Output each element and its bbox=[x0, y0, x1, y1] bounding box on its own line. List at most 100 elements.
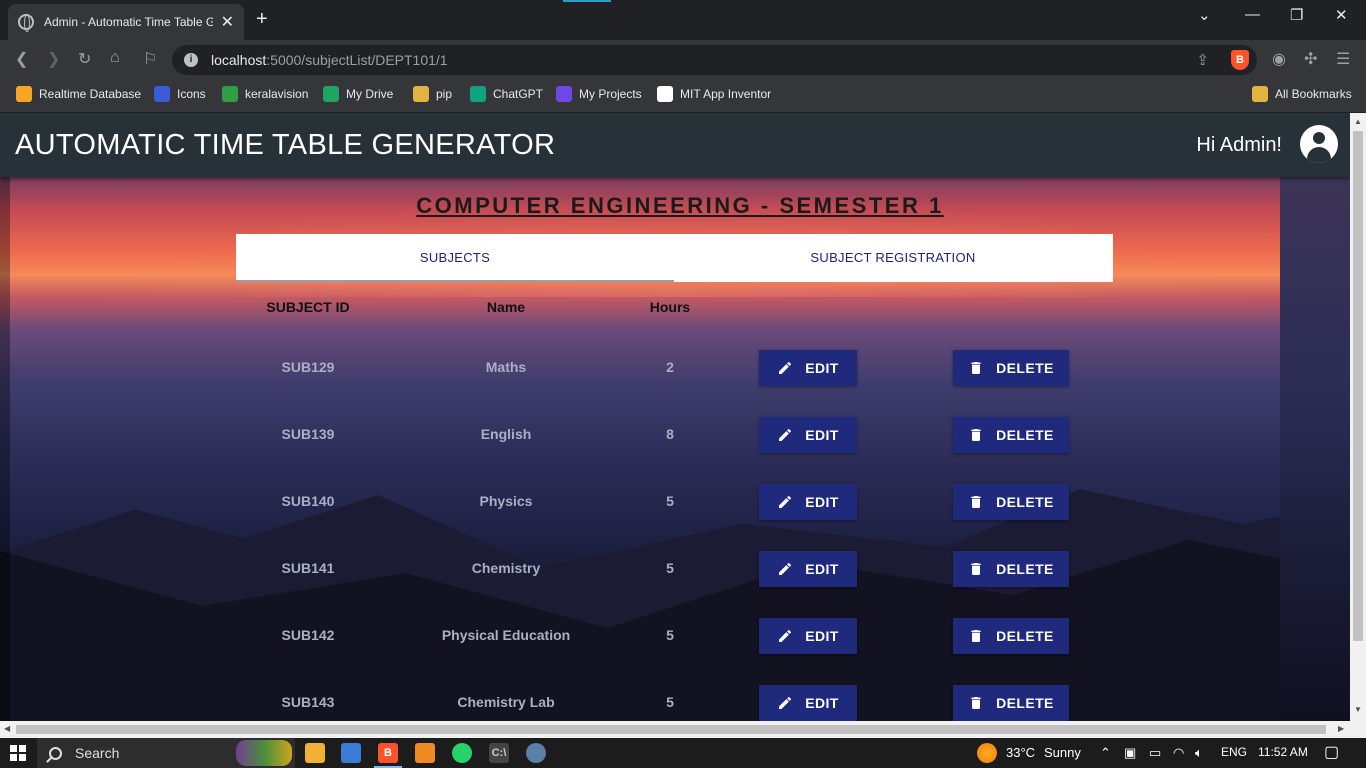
sublime-text-icon[interactable] bbox=[415, 743, 435, 763]
edit-button[interactable]: EDIT bbox=[759, 350, 857, 386]
brave-browser-icon[interactable]: B bbox=[374, 743, 402, 768]
bookmark-icon[interactable]: ⚐ bbox=[143, 49, 157, 69]
google-icon bbox=[657, 86, 673, 102]
meet-now-icon[interactable]: ▣ bbox=[1124, 745, 1136, 761]
browser-tab-active[interactable]: Admin - Automatic Time Table G ✕ bbox=[8, 4, 244, 40]
keralavision-icon bbox=[222, 86, 238, 102]
bookmark-item[interactable]: Icons bbox=[154, 86, 206, 102]
weather-sun-icon bbox=[977, 743, 997, 763]
table-row: SUB143 Chemistry Lab 5 EDIT DELETE bbox=[236, 683, 1113, 721]
scroll-down-arrow-icon[interactable]: ▼ bbox=[1354, 705, 1362, 714]
table-row: SUB140 Physics 5 EDIT DELETE bbox=[236, 482, 1113, 522]
reload-icon[interactable]: ↻ bbox=[78, 49, 91, 69]
close-tab-icon[interactable]: ✕ bbox=[221, 12, 234, 32]
edit-button[interactable]: EDIT bbox=[759, 618, 857, 654]
wifi-icon[interactable]: ◠ bbox=[1173, 745, 1184, 761]
notifications-icon[interactable]: ▢ bbox=[1324, 742, 1339, 762]
edit-button[interactable]: EDIT bbox=[759, 551, 857, 587]
forward-arrow-icon[interactable]: ❯ bbox=[47, 49, 60, 69]
home-icon[interactable]: ⌂ bbox=[110, 49, 120, 67]
extensions-puzzle-icon[interactable]: ✣ bbox=[1304, 49, 1317, 69]
taskbar-search-label: Search bbox=[75, 745, 120, 761]
input-language[interactable]: ENG bbox=[1221, 745, 1247, 759]
bookmark-item[interactable]: pip bbox=[413, 86, 452, 102]
page-title: COMPUTER ENGINEERING - SEMESTER 1 bbox=[416, 193, 944, 218]
account-avatar-icon[interactable] bbox=[1300, 125, 1338, 163]
tab-subjects[interactable]: SUBJECTS bbox=[236, 234, 674, 282]
edit-button[interactable]: EDIT bbox=[759, 484, 857, 520]
bookmark-item[interactable]: My Drive bbox=[323, 86, 393, 102]
trash-icon bbox=[968, 427, 996, 443]
file-explorer-icon[interactable] bbox=[305, 743, 325, 763]
delete-button[interactable]: DELETE bbox=[953, 551, 1069, 587]
weather-temperature[interactable]: 33°C bbox=[1006, 745, 1035, 760]
edit-button[interactable]: EDIT bbox=[759, 417, 857, 453]
horizontal-scrollbar[interactable]: ◀ ▶ bbox=[0, 721, 1366, 738]
delete-button[interactable]: DELETE bbox=[953, 685, 1069, 721]
edit-button-label: EDIT bbox=[805, 494, 839, 510]
delete-button[interactable]: DELETE bbox=[953, 417, 1069, 453]
table-row: SUB129 Maths 2 EDIT DELETE bbox=[236, 348, 1113, 388]
bookmark-item[interactable]: My Projects bbox=[556, 86, 642, 102]
volume-icon[interactable]: 🔈︎ bbox=[1195, 745, 1203, 761]
pencil-icon bbox=[777, 427, 805, 443]
delete-button[interactable]: DELETE bbox=[953, 484, 1069, 520]
close-window-button[interactable]: ✕ bbox=[1335, 6, 1348, 24]
tab-subject-registration[interactable]: SUBJECT REGISTRATION bbox=[674, 234, 1112, 282]
vertical-scrollbar[interactable]: ▲ ▼ bbox=[1350, 113, 1366, 721]
search-icon bbox=[49, 746, 62, 760]
show-hidden-icons-chevron-icon[interactable]: ⌃ bbox=[1100, 745, 1111, 761]
system-clock[interactable]: 11:52 AM bbox=[1258, 745, 1308, 759]
url-text[interactable]: localhost:5000/subjectList/DEPT101/1 bbox=[211, 52, 448, 68]
folder-icon bbox=[1252, 86, 1268, 102]
bookmark-item[interactable]: MIT App Inventor bbox=[657, 86, 771, 102]
bookmark-label: MIT App Inventor bbox=[680, 87, 772, 101]
app-brand[interactable]: AUTOMATIC TIME TABLE GENERATOR bbox=[15, 129, 555, 162]
weather-condition[interactable]: Sunny bbox=[1044, 745, 1081, 760]
bookmark-label: Icons bbox=[177, 87, 206, 101]
new-tab-button[interactable]: + bbox=[256, 8, 268, 31]
subject-id-cell: SUB139 bbox=[281, 426, 335, 442]
horizontal-scroll-thumb[interactable] bbox=[16, 725, 1326, 734]
scroll-up-arrow-icon[interactable]: ▲ bbox=[1354, 117, 1362, 126]
scroll-right-arrow-icon[interactable]: ▶ bbox=[1338, 724, 1344, 733]
minimize-button[interactable]: — bbox=[1245, 6, 1260, 23]
subject-hours-cell: 5 bbox=[666, 694, 674, 710]
delete-button[interactable]: DELETE bbox=[953, 350, 1069, 386]
bookmark-label: My Drive bbox=[346, 87, 394, 101]
share-icon[interactable]: ⇪ bbox=[1196, 51, 1209, 69]
app-robot-icon[interactable] bbox=[526, 743, 546, 763]
subject-id-cell: SUB129 bbox=[281, 359, 335, 375]
app-navbar: AUTOMATIC TIME TABLE GENERATOR Hi Admin! bbox=[0, 113, 1350, 177]
scroll-left-arrow-icon[interactable]: ◀ bbox=[4, 724, 10, 733]
trash-icon bbox=[968, 561, 996, 577]
subject-id-cell: SUB142 bbox=[281, 627, 335, 643]
restore-button[interactable]: ❐ bbox=[1290, 6, 1303, 24]
extension-drop-icon[interactable]: ◉ bbox=[1272, 49, 1286, 69]
address-bar[interactable]: i localhost:5000/subjectList/DEPT101/1 ⇪… bbox=[172, 45, 1257, 75]
vertical-scroll-thumb[interactable] bbox=[1353, 131, 1363, 641]
battery-icon[interactable]: ▭ bbox=[1149, 745, 1161, 761]
subject-hours-cell: 5 bbox=[666, 560, 674, 576]
keyboard-app-icon[interactable] bbox=[341, 743, 361, 763]
bookmark-label: My Projects bbox=[579, 87, 642, 101]
bookmark-item[interactable]: keralavision bbox=[222, 86, 308, 102]
bookmark-item[interactable]: Realtime Database bbox=[16, 86, 141, 102]
column-header-subject-id: SUBJECT ID bbox=[266, 299, 350, 315]
menu-icon[interactable]: ☰ bbox=[1336, 49, 1350, 69]
edit-button[interactable]: EDIT bbox=[759, 685, 857, 721]
windows-start-icon[interactable] bbox=[10, 745, 26, 761]
delete-button[interactable]: DELETE bbox=[953, 618, 1069, 654]
all-bookmarks[interactable]: All Bookmarks bbox=[1252, 86, 1352, 102]
terminal-icon[interactable]: C:\ bbox=[489, 743, 509, 763]
web-page: AUTOMATIC TIME TABLE GENERATOR Hi Admin!… bbox=[0, 113, 1350, 721]
back-arrow-icon[interactable]: ❮ bbox=[15, 49, 28, 69]
site-info-icon[interactable]: i bbox=[184, 53, 198, 67]
brave-shield-icon[interactable]: B bbox=[1231, 50, 1249, 70]
trash-icon bbox=[968, 695, 996, 711]
subject-hours-cell: 5 bbox=[666, 627, 674, 643]
tab-search-chevron-icon[interactable]: ⌄ bbox=[1198, 6, 1211, 24]
delete-button-label: DELETE bbox=[996, 427, 1054, 443]
bookmark-item[interactable]: ChatGPT bbox=[470, 86, 543, 102]
whatsapp-icon[interactable] bbox=[452, 743, 472, 763]
